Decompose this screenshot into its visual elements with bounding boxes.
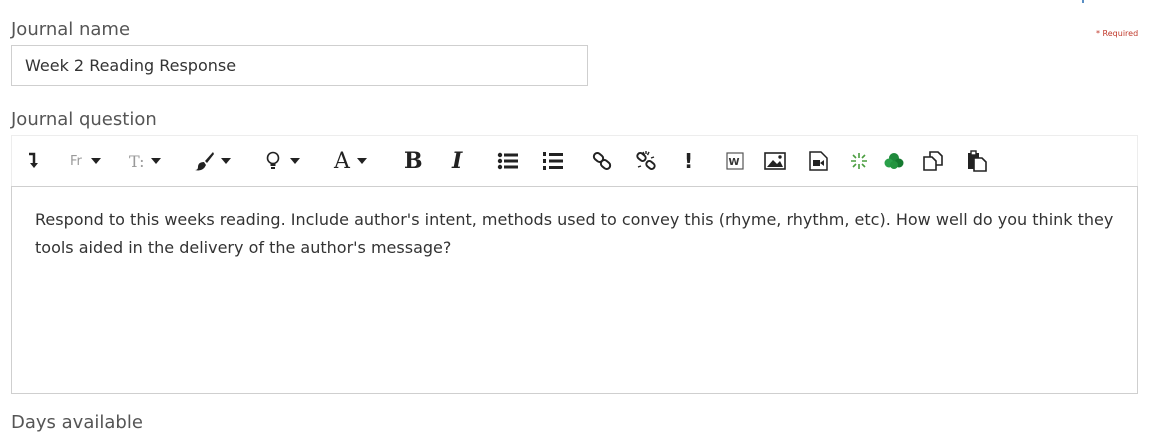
important-label: ! [684,149,694,173]
sparkle-icon [851,153,867,169]
insert-below-icon [29,152,38,168]
top-indicator [1082,0,1084,3]
unlink-button[interactable] [635,148,657,174]
paint-brush-icon [195,152,214,171]
chevron-down-icon [150,158,161,164]
journal-name-label: Journal name [11,19,131,40]
editor-toolbar: Fr T: A B I ! W [11,135,1138,186]
important-button[interactable]: ! [684,148,693,174]
cloud-icon [884,153,904,169]
font-family-label: Fr [70,153,82,169]
editor-content-area[interactable]: Respond to this weeks reading. Include a… [11,186,1138,394]
chevron-down-icon [356,158,367,164]
highlight-color-dropdown[interactable] [193,148,231,174]
image-icon [764,152,786,170]
cloud-insert-button[interactable] [884,148,904,174]
video-icon [809,151,828,171]
link-icon [592,152,612,170]
required-indicator: * Required [1096,29,1139,38]
insert-image-button[interactable] [764,148,786,174]
lightbulb-icon [266,151,280,169]
word-import-button[interactable]: W [726,148,744,174]
text-color-dropdown[interactable]: A [334,148,367,174]
chevron-down-icon [221,158,231,164]
chevron-down-icon [290,158,300,164]
numbered-list-button[interactable] [542,148,564,174]
font-family-dropdown[interactable]: Fr [70,148,101,174]
sparkle-button[interactable] [850,148,868,174]
word-import-icon: W [726,152,744,170]
tips-dropdown[interactable] [266,148,300,174]
journal-question-label: Journal question [11,109,157,130]
svg-text:W: W [729,157,740,168]
numbered-list-icon [543,152,563,170]
insert-video-button[interactable] [809,148,828,174]
copy-button[interactable] [922,148,944,174]
insert-below-button[interactable] [27,148,39,174]
bulleted-list-icon [497,152,518,170]
italic-button[interactable]: I [452,148,462,174]
font-size-label: T: [129,151,145,171]
italic-label: I [452,148,463,174]
journal-name-input[interactable] [11,45,588,86]
font-size-dropdown[interactable]: T: [129,148,161,174]
text-color-label: A [334,148,350,174]
rich-text-editor: Fr T: A B I ! W Respond to this weeks re… [11,135,1138,394]
paste-icon [968,150,987,172]
chevron-down-icon [90,158,101,164]
link-button[interactable] [592,148,612,174]
bold-label: B [404,148,423,174]
bulleted-list-button[interactable] [497,148,519,174]
bold-button[interactable]: B [404,148,423,174]
days-available-label: Days available [11,412,143,433]
unlink-icon [636,151,656,170]
copy-icon [923,151,943,171]
paste-button[interactable] [966,148,988,174]
